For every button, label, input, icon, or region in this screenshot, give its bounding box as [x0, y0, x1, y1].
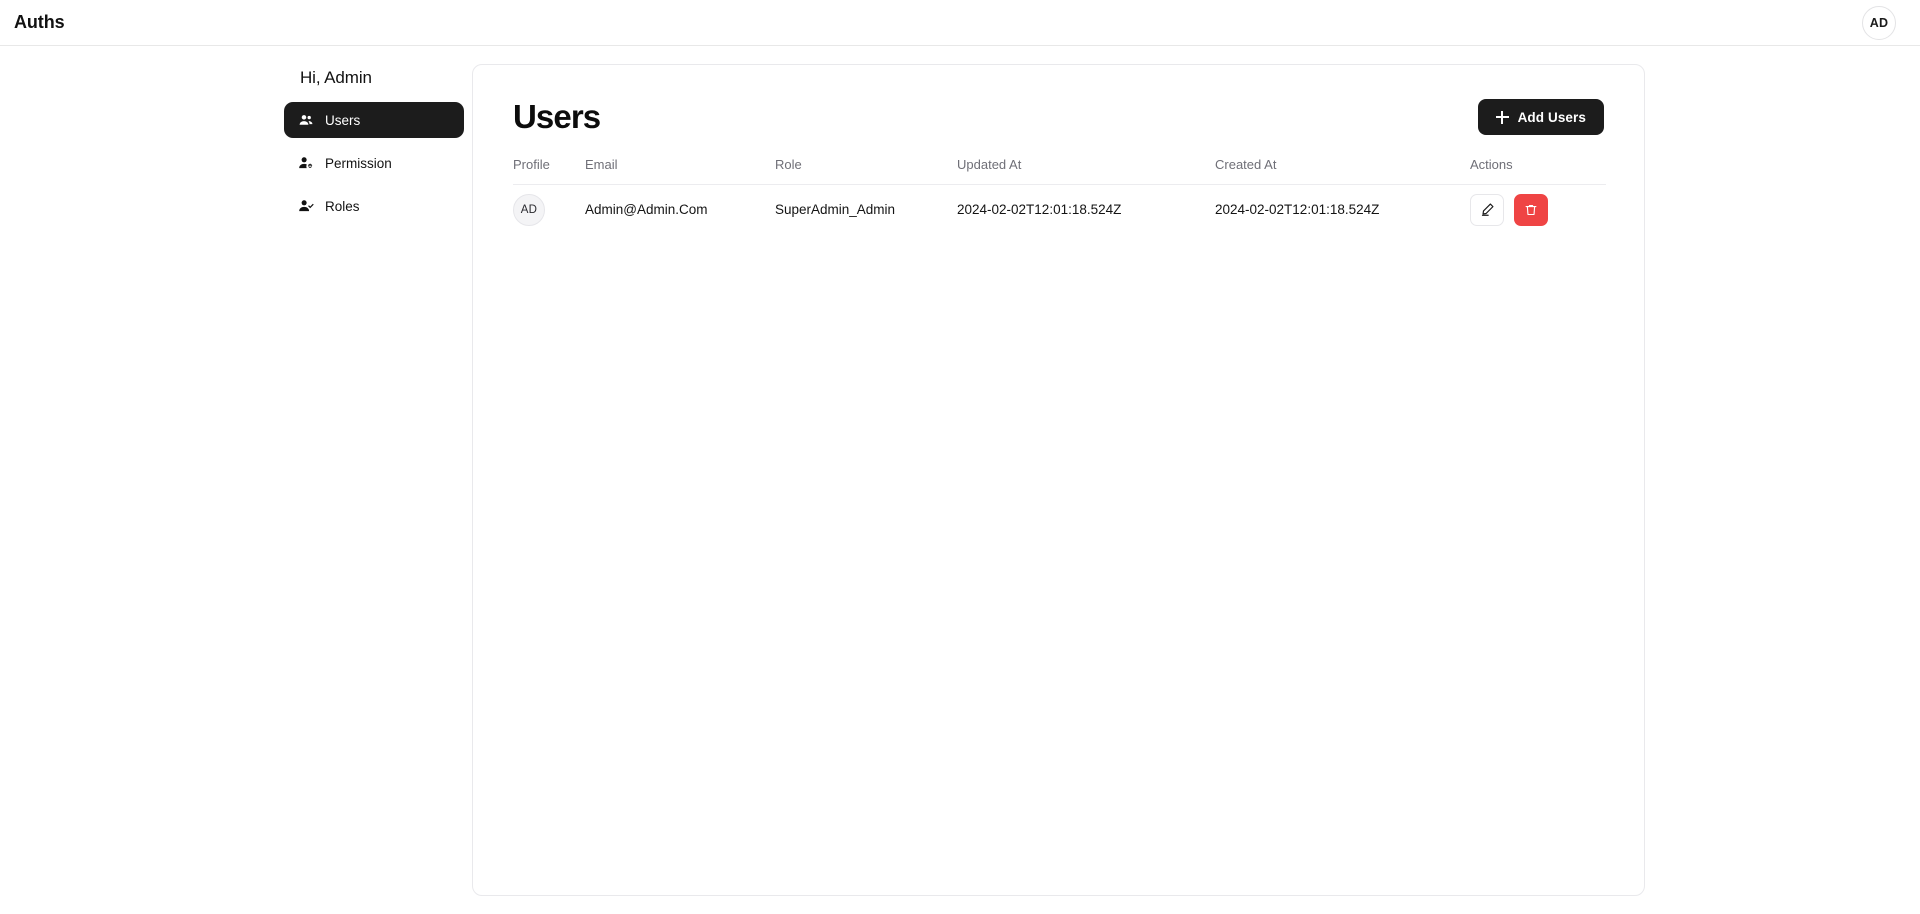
sidebar-greeting: Hi, Admin [300, 68, 372, 87]
row-avatar: AD [513, 193, 545, 226]
delete-row-button[interactable] [1514, 193, 1548, 226]
users-panel-card: Users Add Users Profile Email Role Updat… [472, 64, 1645, 896]
top-header-bar: Auths AD [0, 0, 1920, 46]
sidebar-item-users[interactable]: Users [284, 102, 464, 138]
account-avatar[interactable]: AD [1862, 5, 1896, 40]
users-table-body: AD Admin@Admin.Com SuperAdmin_Admin 2024… [513, 185, 1606, 235]
users-table-head: Profile Email Role Updated At Created At… [513, 157, 1606, 185]
table-header-row: Profile Email Role Updated At Created At… [513, 157, 1606, 185]
column-header-updated-at: Updated At [957, 157, 1215, 185]
edit-row-button[interactable] [1470, 193, 1504, 226]
cell-actions [1470, 185, 1606, 235]
panel-header: Users Add Users [513, 95, 1604, 139]
column-header-actions: Actions [1470, 157, 1606, 185]
plus-icon [1495, 110, 1509, 124]
row-actions [1470, 193, 1606, 226]
sidebar-item-label: Permission [325, 155, 392, 171]
user-gear-icon [298, 155, 314, 171]
column-header-role: Role [775, 157, 957, 185]
users-group-icon [298, 112, 314, 128]
column-header-email: Email [585, 157, 775, 185]
user-check-icon [298, 198, 314, 214]
app-shell: Hi, Admin Users Permission Roles Users A… [0, 46, 1920, 914]
add-users-button[interactable]: Add Users [1477, 99, 1604, 135]
cell-role: SuperAdmin_Admin [775, 202, 896, 218]
pencil-icon [1480, 202, 1495, 217]
sidebar-item-roles[interactable]: Roles [284, 188, 464, 224]
cell-email: Admin@Admin.Com [585, 202, 708, 218]
sidebar-item-label: Roles [325, 198, 360, 214]
column-header-profile: Profile [513, 157, 585, 185]
table-row: AD Admin@Admin.Com SuperAdmin_Admin 2024… [513, 185, 1606, 235]
page-title: Users [513, 98, 601, 135]
trash-icon [1524, 203, 1538, 217]
sidebar-item-label: Users [325, 112, 361, 128]
sidebar-nav: Hi, Admin Users Permission Roles [284, 46, 464, 231]
app-brand-title: Auths [14, 12, 65, 32]
cell-updated-at: 2024-02-02T12:01:18.524Z [957, 202, 1122, 218]
users-table: Profile Email Role Updated At Created At… [513, 157, 1606, 235]
add-users-button-label: Add Users [1517, 109, 1586, 125]
cell-created-at: 2024-02-02T12:01:18.524Z [1215, 202, 1380, 218]
column-header-created-at: Created At [1215, 157, 1470, 185]
cell-profile: AD [513, 185, 585, 235]
sidebar-item-permission[interactable]: Permission [284, 145, 464, 181]
